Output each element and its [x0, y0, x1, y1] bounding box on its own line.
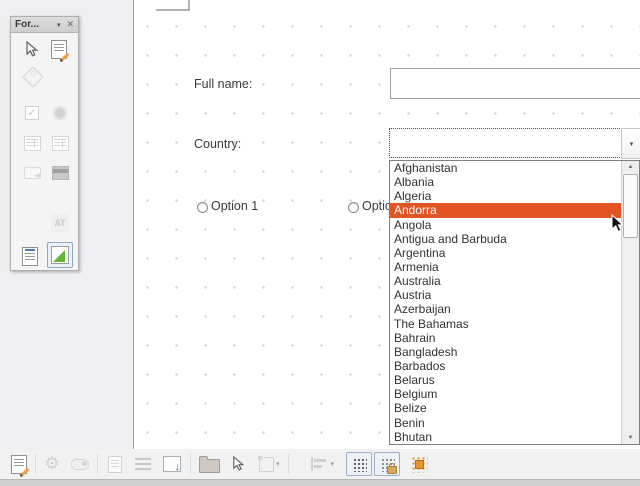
- control-properties-icon: ⚙: [41, 454, 63, 474]
- form-controls-toolbar: For... ▾ ✕ ✓ AT: [10, 16, 79, 271]
- country-option[interactable]: Austria: [390, 288, 622, 302]
- toolbar-titlebar[interactable]: For... ▾ ✕: [11, 17, 78, 33]
- country-option[interactable]: Belize: [390, 401, 622, 415]
- push-button-icon: [22, 163, 42, 183]
- country-option[interactable]: Armenia: [390, 260, 622, 274]
- combo-box-icon: [50, 133, 70, 153]
- full-name-input[interactable]: [390, 68, 640, 99]
- align-icon: ▾: [311, 457, 335, 471]
- country-option[interactable]: Belarus: [390, 373, 622, 387]
- country-option[interactable]: Bangladesh: [390, 345, 622, 359]
- chevron-down-icon[interactable]: ▾: [276, 460, 280, 468]
- grid-lock-icon: [380, 457, 395, 472]
- country-option[interactable]: The Bahamas: [390, 317, 622, 331]
- grid-icon: [352, 457, 367, 472]
- toggle-design-mode-button[interactable]: [47, 242, 73, 268]
- text-box-icon: AT: [50, 213, 70, 233]
- display-grid-button[interactable]: [346, 452, 372, 476]
- country-option[interactable]: Bhutan: [390, 430, 622, 444]
- radio-option-1[interactable]: [197, 202, 208, 213]
- activation-order-icon: [132, 458, 154, 470]
- country-option[interactable]: Angola: [390, 218, 622, 232]
- form-design-toolbar: ⚙ ▾ ▾: [0, 449, 640, 479]
- country-option[interactable]: Benin: [390, 416, 622, 430]
- label-field-icon: [23, 67, 43, 87]
- document-canvas: Full name: Country: ▾ Option 1 Option 2 …: [133, 0, 640, 449]
- helplines-icon: [410, 455, 428, 473]
- mouse-cursor-icon: [611, 214, 627, 239]
- scroll-up-icon[interactable]: ▲: [622, 161, 639, 173]
- country-option-selected[interactable]: Andorra: [390, 203, 622, 217]
- option-button-icon: [50, 103, 70, 123]
- design-mode-icon: [51, 246, 69, 264]
- select-icon[interactable]: [21, 39, 41, 59]
- country-option[interactable]: Azerbaijan: [390, 302, 622, 316]
- form-properties-icon: [104, 456, 126, 473]
- country-option[interactable]: Barbados: [390, 359, 622, 373]
- country-option[interactable]: Belgium: [390, 387, 622, 401]
- page-margin-corner: [156, 0, 190, 11]
- scroll-down-icon[interactable]: ▼: [622, 432, 639, 444]
- country-option[interactable]: Bahrain: [390, 331, 622, 345]
- country-dropdown-list: Afghanistan Albania Algeria Andorra Ango…: [389, 160, 640, 445]
- check-box-icon: ✓: [22, 103, 42, 123]
- position-and-size-icon: ▾: [259, 457, 280, 472]
- dropdown-scrollbar[interactable]: ▲ ▼: [621, 161, 639, 444]
- full-name-label: Full name:: [194, 77, 252, 91]
- country-label: Country:: [194, 137, 241, 151]
- form-design-icon[interactable]: [49, 39, 69, 59]
- image-button-icon: [50, 163, 70, 183]
- country-option[interactable]: Antigua and Barbuda: [390, 232, 622, 246]
- country-combobox[interactable]: [389, 128, 622, 158]
- country-option[interactable]: Argentina: [390, 246, 622, 260]
- toolbar-title: For...: [15, 19, 39, 30]
- country-option[interactable]: Algeria: [390, 189, 622, 203]
- combo-dropdown-button[interactable]: ▾: [621, 128, 640, 159]
- select-icon[interactable]: [227, 456, 249, 472]
- automatic-control-focus-icon: [69, 459, 91, 470]
- add-field-icon[interactable]: [160, 456, 184, 472]
- toolbar-menu-icon[interactable]: ▾: [57, 21, 61, 29]
- close-icon[interactable]: ✕: [66, 19, 74, 30]
- country-option[interactable]: Albania: [390, 175, 622, 189]
- country-option[interactable]: Australia: [390, 274, 622, 288]
- snap-to-grid-button[interactable]: [374, 452, 400, 476]
- radio-option-1-label: Option 1: [211, 199, 258, 213]
- country-option[interactable]: Afghanistan: [390, 161, 622, 175]
- chevron-down-icon: ▾: [630, 140, 634, 148]
- list-box-icon: [22, 133, 42, 153]
- chevron-down-icon[interactable]: ▾: [331, 460, 335, 468]
- open-folder-icon[interactable]: [197, 456, 221, 473]
- form-design-icon[interactable]: [8, 455, 30, 474]
- helplines-while-moving-button[interactable]: [407, 455, 431, 473]
- form-navigator-icon[interactable]: [20, 245, 40, 267]
- radio-option-2[interactable]: [348, 202, 359, 213]
